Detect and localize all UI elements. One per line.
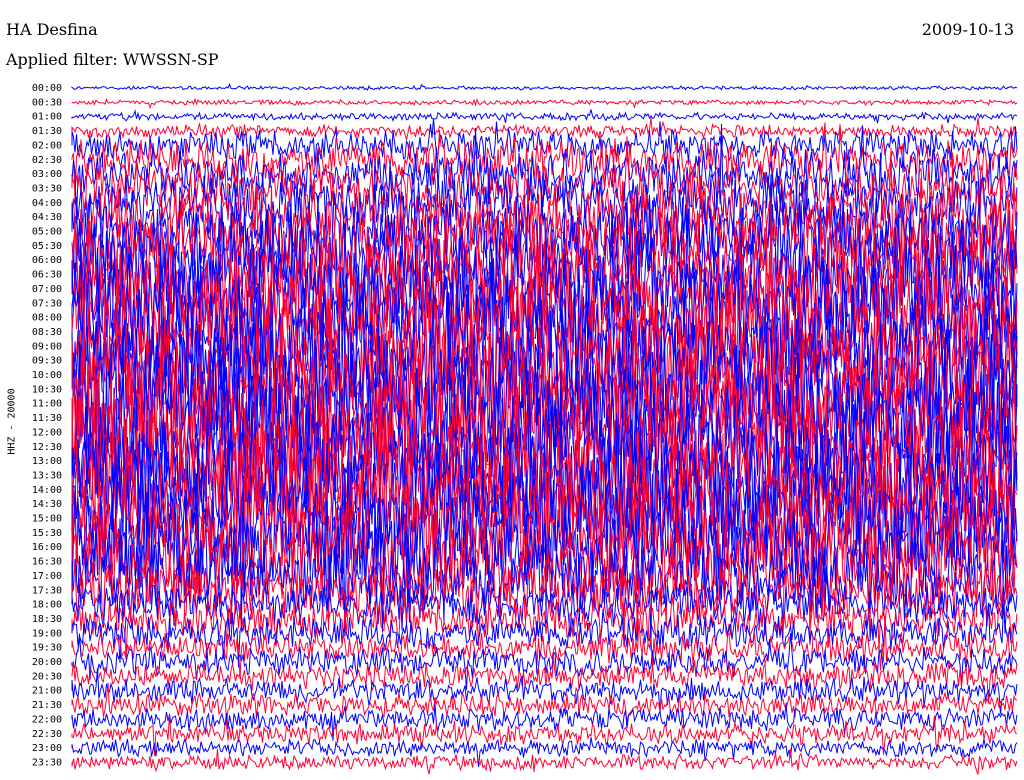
row-label: 12:00 xyxy=(32,427,62,438)
trace-row-2000 xyxy=(71,633,1018,690)
row-label: 18:30 xyxy=(32,614,62,625)
row-label: 07:00 xyxy=(32,284,62,295)
row-label: 01:30 xyxy=(32,126,62,137)
row-label: 17:30 xyxy=(32,585,62,596)
row-label: 23:30 xyxy=(32,757,62,768)
row-label: 09:30 xyxy=(32,356,62,367)
row-label: 00:30 xyxy=(32,97,62,108)
row-label: 06:30 xyxy=(32,270,62,281)
row-label: 08:00 xyxy=(32,313,62,324)
row-label: 13:00 xyxy=(32,456,62,467)
row-label: 15:00 xyxy=(32,514,62,525)
row-label: 13:30 xyxy=(32,470,62,481)
row-label: 02:30 xyxy=(32,155,62,166)
row-label: 15:30 xyxy=(32,528,62,539)
row-label: 12:30 xyxy=(32,442,62,453)
row-label: 19:30 xyxy=(32,643,62,654)
row-label: 18:00 xyxy=(32,600,62,611)
row-label: 03:00 xyxy=(32,169,62,180)
helicorder-plot: 00:00 00:30 01:00 01:30 02:00 02:30 03:00 03:30… xyxy=(32,82,1018,775)
row-label: 05:30 xyxy=(32,241,62,252)
row-label: 19:00 xyxy=(32,628,62,639)
row-label: 16:00 xyxy=(32,542,62,553)
trace-row-0030 xyxy=(71,97,1018,110)
row-label: 08:30 xyxy=(32,327,62,338)
row-label: 04:30 xyxy=(32,212,62,223)
row-label: 11:30 xyxy=(32,413,62,424)
trace-group xyxy=(71,82,1018,775)
row-label: 05:00 xyxy=(32,227,62,238)
row-label: 16:30 xyxy=(32,557,62,568)
row-label: 20:00 xyxy=(32,657,62,668)
row-label: 11:00 xyxy=(32,399,62,410)
trace-row-0000 xyxy=(71,82,1018,92)
row-label: 00:00 xyxy=(32,83,62,94)
row-label: 21:30 xyxy=(32,700,62,711)
row-label: 06:00 xyxy=(32,255,62,266)
row-label: 03:30 xyxy=(32,183,62,194)
row-label-group: 00:00 00:30 01:00 01:30 02:00 02:30 03:00 03:30… xyxy=(32,83,62,768)
row-label: 14:00 xyxy=(32,485,62,496)
row-label: 22:00 xyxy=(32,714,62,725)
row-label: 20:30 xyxy=(32,671,62,682)
row-label: 22:30 xyxy=(32,729,62,740)
row-label: 23:00 xyxy=(32,743,62,754)
row-label: 17:00 xyxy=(32,571,62,582)
row-label: 21:00 xyxy=(32,686,62,697)
row-label: 01:00 xyxy=(32,112,62,123)
trace-row-0100 xyxy=(71,109,1018,124)
row-label: 02:00 xyxy=(32,140,62,151)
row-label: 09:00 xyxy=(32,341,62,352)
row-label: 07:30 xyxy=(32,298,62,309)
row-label: 04:00 xyxy=(32,198,62,209)
row-label: 10:00 xyxy=(32,370,62,381)
row-label: 14:30 xyxy=(32,499,62,510)
row-label: 10:30 xyxy=(32,384,62,395)
